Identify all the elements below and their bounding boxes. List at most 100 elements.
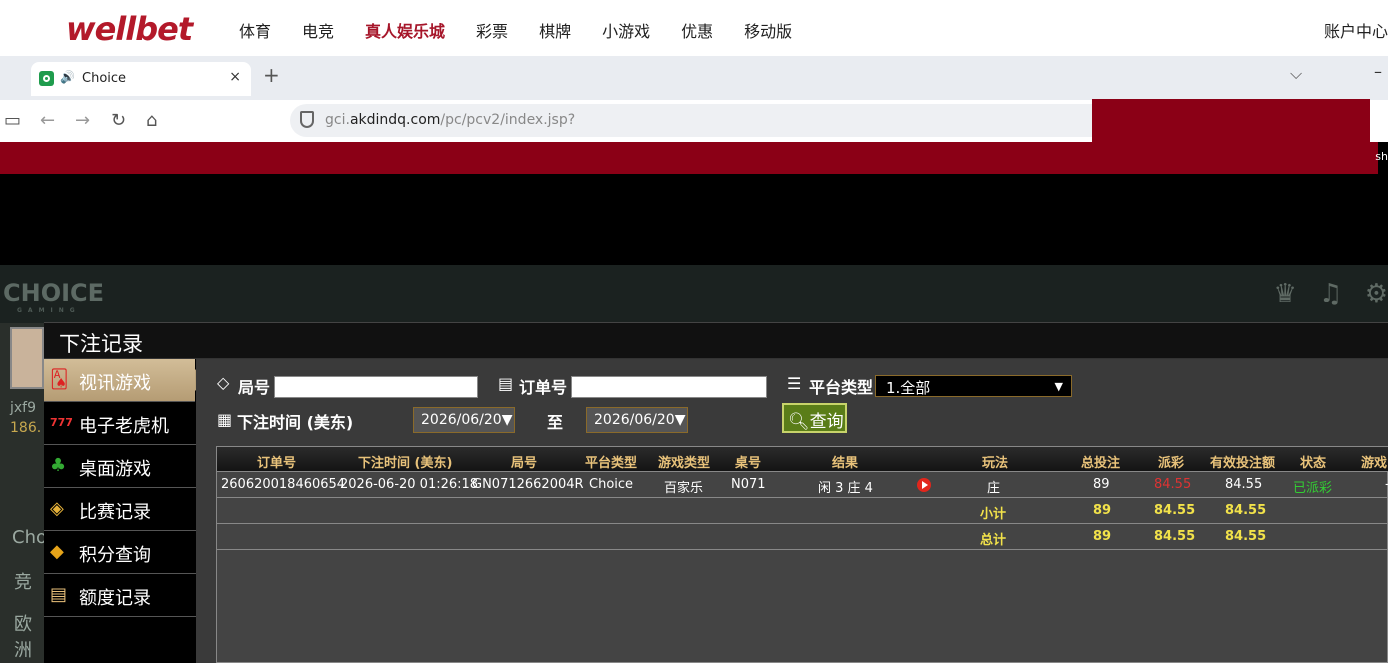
col-order: 订单号: [257, 456, 297, 471]
record-category-menu: 🂡 视讯游戏 777 电子老虎机 ♣ 桌面游戏 ◈ 比赛记录 ◆ 积分查询 ▤ …: [44, 359, 205, 663]
site-header: wellbet 体育 电竞 真人娱乐城 彩票 棋牌 小游戏 优惠 移动版 账户中…: [0, 0, 1388, 56]
col-valid-bet: 有效投注额: [1210, 456, 1276, 471]
chevron-down-icon[interactable]: ⌵: [1290, 64, 1302, 84]
favicon-icon: [39, 71, 54, 86]
dropdown-arrow-icon: ▼: [1054, 380, 1063, 393]
col-status: 状态: [1300, 456, 1327, 471]
play-video-icon[interactable]: [917, 478, 931, 492]
music-icon[interactable]: ♫: [1319, 279, 1342, 309]
reload-icon[interactable]: ↻: [111, 110, 126, 131]
vip-icon[interactable]: ♛: [1274, 279, 1297, 309]
ticket-icon: ◈: [50, 498, 64, 519]
menu-item-credit-records[interactable]: ▤ 额度记录: [44, 574, 196, 617]
round-input[interactable]: [274, 376, 478, 398]
playing-cards-icon: 🂡: [50, 369, 69, 390]
nav-item-promotions[interactable]: 优惠: [681, 18, 713, 42]
query-button[interactable]: 🔍︎查询: [782, 403, 847, 433]
cell-valid-bet: 84.55: [1225, 477, 1263, 492]
nav-item-sports[interactable]: 体育: [239, 18, 271, 42]
tab-title: Choice: [82, 71, 127, 86]
url-text: gci.akdindq.com/pc/pcv2/index.jsp?: [325, 112, 576, 128]
date-from-picker[interactable]: 2026/06/20▼: [413, 407, 515, 433]
document-icon: ▤: [50, 584, 68, 605]
search-icon: 🔍︎: [788, 412, 810, 432]
speaker-icon[interactable]: 🔊: [60, 70, 75, 84]
col-game-type: 游戏类型: [658, 456, 711, 471]
subtotal-label: 小计: [980, 507, 1007, 522]
to-label: 至: [547, 413, 564, 432]
grandtotal-label: 总计: [980, 533, 1007, 548]
sidebar-toggle-icon[interactable]: ▭: [4, 110, 21, 131]
choice-gaming-logo: CHOICE GAMING: [3, 279, 105, 314]
back-icon[interactable]: ←: [40, 110, 55, 131]
browser-tab-strip: 🔊 Choice ×: [0, 56, 1388, 100]
platform-label: 平台类型: [809, 378, 874, 397]
strip-text: sh: [1375, 150, 1388, 163]
browser-tab[interactable]: 🔊 Choice ×: [31, 62, 251, 96]
col-table: 桌号: [735, 456, 762, 471]
chip-icon: ♣: [50, 455, 67, 476]
cell-result: 闲 3 庄 4: [818, 481, 873, 496]
cell-table: N071: [731, 477, 766, 492]
left-label-compete: 竞: [14, 572, 32, 593]
grandtotal-row: 总计 89 84.55 84.55: [217, 524, 1388, 550]
calendar-icon: ▦: [217, 410, 233, 429]
nav-item-esports[interactable]: 电竞: [302, 18, 334, 42]
date-to-picker[interactable]: 2026/06/20▼: [586, 407, 688, 433]
menu-item-label: 积分查询: [79, 545, 151, 566]
menu-item-points[interactable]: ◆ 积分查询: [44, 531, 196, 574]
dialog-title-bar: 下注记录: [44, 322, 1388, 359]
clipboard-icon: ▤: [498, 374, 514, 393]
table-row[interactable]: 260620018460654 2026-06-20 01:26:18 GN07…: [217, 472, 1388, 498]
menu-item-label: 桌面游戏: [79, 459, 151, 480]
round-label: 局号: [238, 378, 271, 397]
new-tab-button[interactable]: +: [263, 63, 280, 87]
minimize-icon[interactable]: –: [1374, 62, 1382, 81]
cell-game-type: 百家乐: [664, 481, 704, 496]
cell-round: GN0712662004R: [472, 477, 584, 492]
black-band: [0, 174, 1388, 265]
cell-payout: 84.55: [1154, 477, 1192, 492]
order-label: 订单号: [519, 378, 568, 397]
server-icon: ☰: [787, 374, 802, 393]
grandtotal-valid: 84.55: [1225, 529, 1267, 544]
grandtotal-payout: 84.55: [1154, 529, 1196, 544]
wellbet-logo[interactable]: wellbet: [66, 10, 193, 48]
nav-item-live-casino[interactable]: 真人娱乐城: [365, 18, 445, 42]
menu-item-table-games[interactable]: ♣ 桌面游戏: [44, 445, 196, 488]
account-center-link[interactable]: 账户中心: [1324, 18, 1388, 42]
cell-total-bet: 89: [1093, 477, 1110, 492]
menu-item-slots[interactable]: 777 电子老虎机: [44, 402, 196, 445]
site-info-icon[interactable]: [300, 111, 314, 128]
left-label-choice: Cho: [12, 527, 44, 548]
subtotal-total: 89: [1093, 503, 1112, 518]
cell-time: 2026-06-20 01:26:18: [340, 477, 479, 492]
gear-icon[interactable]: ⚙: [1365, 279, 1388, 309]
nav-item-mobile[interactable]: 移动版: [744, 18, 792, 42]
platform-select[interactable]: 1.全部 ▼: [875, 375, 1072, 397]
tab-close-icon[interactable]: ×: [229, 69, 241, 85]
home-icon[interactable]: ⌂: [146, 110, 157, 131]
red-banner-strip: sh: [0, 142, 1388, 174]
col-bet-type: 玩法: [982, 456, 1009, 471]
slot-777-icon: 777: [50, 416, 73, 429]
subtotal-row: 小计 89 84.55 84.55: [217, 498, 1388, 524]
bet-records-table: 订单号 下注时间 (美东) 局号 平台类型 游戏类型 桌号 结果 玩法 总投注 …: [216, 446, 1388, 663]
forward-icon[interactable]: →: [75, 110, 90, 131]
order-input[interactable]: [571, 376, 767, 398]
nav-item-mini-games[interactable]: 小游戏: [602, 18, 650, 42]
nav-item-cards[interactable]: 棋牌: [539, 18, 571, 42]
menu-item-label: 电子老虎机: [79, 416, 169, 437]
nav-item-lottery[interactable]: 彩票: [476, 18, 508, 42]
player-balance: 186.: [10, 420, 42, 436]
player-panel: jxf9 186. Cho 竞 欧洲: [0, 323, 44, 663]
col-game: 游戏: [1361, 456, 1388, 471]
menu-item-live-video[interactable]: 🂡 视讯游戏: [44, 359, 205, 402]
dialog-title: 下注记录: [59, 332, 143, 356]
col-payout: 派彩: [1158, 456, 1185, 471]
menu-item-match-records[interactable]: ◈ 比赛记录: [44, 488, 196, 531]
url-input[interactable]: gci.akdindq.com/pc/pcv2/index.jsp?: [290, 104, 1092, 137]
cell-order: 260620018460654: [221, 477, 346, 492]
col-total-bet: 总投注: [1081, 456, 1121, 471]
grandtotal-total: 89: [1093, 529, 1112, 544]
